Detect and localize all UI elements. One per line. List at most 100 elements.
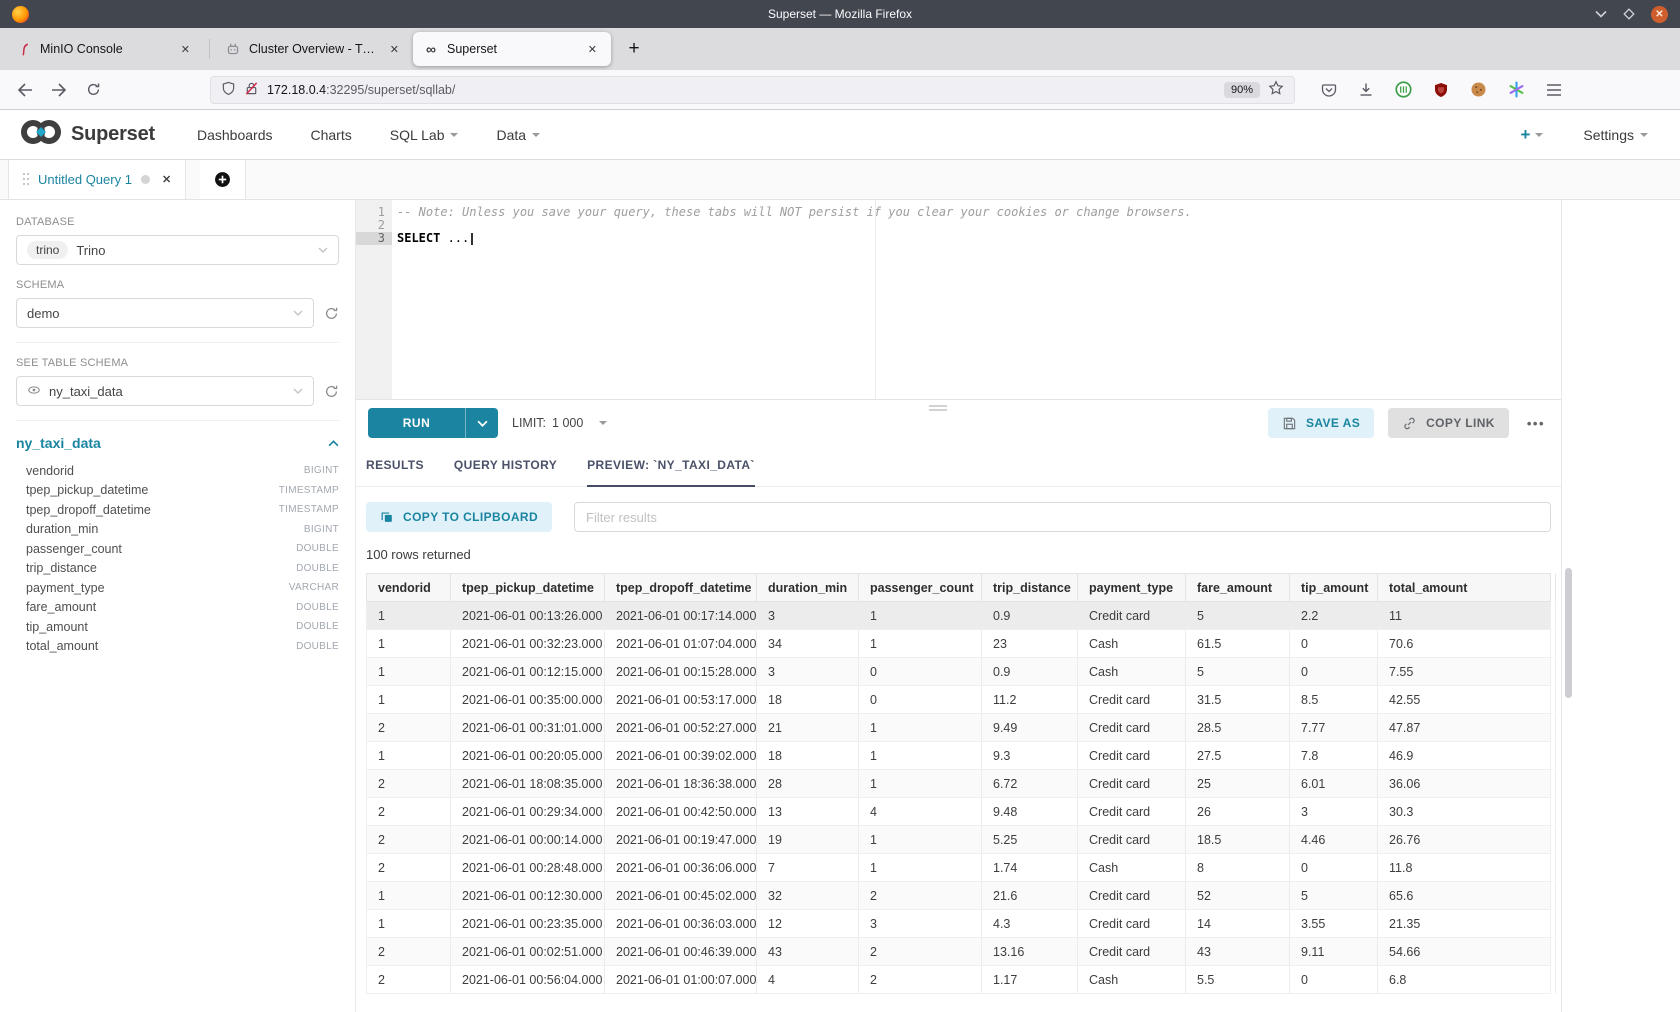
extension-green-icon[interactable]: [1395, 81, 1412, 98]
schema-column-row[interactable]: tip_amountDOUBLE: [16, 617, 339, 637]
pocket-icon[interactable]: [1321, 82, 1337, 98]
column-header[interactable]: vendorid: [367, 574, 451, 601]
column-header[interactable]: tpep_dropoff_datetime: [605, 574, 757, 601]
table-row[interactable]: 12021-06-01 00:13:26.0002021-06-01 00:17…: [366, 602, 1551, 630]
browser-tab-minio[interactable]: MinIO Console ✕: [6, 32, 204, 66]
new-item-menu[interactable]: +: [1520, 125, 1543, 145]
superset-logo-icon[interactable]: [18, 117, 64, 152]
cookie-extension-icon[interactable]: [1470, 81, 1487, 98]
table-cell: Credit card: [1078, 714, 1186, 741]
table-cell: 2021-06-01 00:00:14.000: [451, 826, 605, 853]
table-cell: 0: [1290, 854, 1378, 881]
url-bar[interactable]: 172.18.0.4:32295/superset/sqllab/ 90%: [210, 76, 1295, 104]
run-query-button[interactable]: RUN: [368, 408, 498, 438]
tab-results[interactable]: RESULTS: [366, 458, 424, 486]
refresh-schema-icon[interactable]: [324, 306, 339, 321]
refresh-tables-icon[interactable]: [324, 384, 339, 399]
back-button[interactable]: [12, 77, 38, 103]
schema-column-row[interactable]: trip_distanceDOUBLE: [16, 559, 339, 579]
expanded-table-name[interactable]: ny_taxi_data: [16, 435, 101, 451]
more-options-button[interactable]: •••: [1523, 416, 1549, 431]
copy-to-clipboard-button[interactable]: COPY TO CLIPBOARD: [366, 502, 552, 532]
schema-column-row[interactable]: passenger_countDOUBLE: [16, 539, 339, 559]
url-text: 172.18.0.4:32295/superset/sqllab/: [267, 83, 455, 97]
drag-handle-icon[interactable]: [23, 173, 29, 186]
column-header[interactable]: trip_distance: [982, 574, 1078, 601]
table-row[interactable]: 22021-06-01 00:56:04.0002021-06-01 01:00…: [366, 966, 1551, 994]
nav-sql-lab[interactable]: SQL Lab: [390, 127, 459, 143]
schema-select[interactable]: demo: [16, 298, 314, 328]
schema-column-row[interactable]: vendoridBIGINT: [16, 461, 339, 481]
insecure-lock-icon[interactable]: [244, 81, 259, 99]
save-as-button[interactable]: SAVE AS: [1268, 408, 1374, 438]
downloads-icon[interactable]: [1358, 82, 1374, 98]
browser-tab-superset[interactable]: ∞ Superset ✕: [413, 32, 611, 66]
table-cell: 2: [859, 938, 982, 965]
table-row[interactable]: 12021-06-01 00:35:00.0002021-06-01 00:53…: [366, 686, 1551, 714]
table-row[interactable]: 12021-06-01 00:23:35.0002021-06-01 00:36…: [366, 910, 1551, 938]
filter-results-input[interactable]: [574, 502, 1551, 532]
zoom-level-badge[interactable]: 90%: [1224, 82, 1260, 98]
tab-close-icon[interactable]: ✕: [386, 41, 403, 58]
hamburger-menu-icon[interactable]: [1546, 83, 1562, 97]
tab-close-icon[interactable]: ✕: [584, 41, 601, 58]
new-query-tab-button[interactable]: [200, 160, 246, 199]
table-row[interactable]: 12021-06-01 00:20:05.0002021-06-01 00:39…: [366, 742, 1551, 770]
column-header[interactable]: tip_amount: [1290, 574, 1378, 601]
tab-preview[interactable]: PREVIEW: `NY_TAXI_DATA`: [587, 458, 755, 487]
run-options-caret[interactable]: [465, 408, 498, 438]
schema-column-row[interactable]: total_amountDOUBLE: [16, 637, 339, 657]
schema-column-row[interactable]: duration_minBIGINT: [16, 520, 339, 540]
table-row[interactable]: 12021-06-01 00:12:30.0002021-06-01 00:45…: [366, 882, 1551, 910]
column-header[interactable]: tpep_pickup_datetime: [451, 574, 605, 601]
schema-column-row[interactable]: fare_amountDOUBLE: [16, 598, 339, 618]
extension-asterisk-icon[interactable]: [1508, 81, 1525, 98]
tab-query-history[interactable]: QUERY HISTORY: [454, 458, 557, 486]
table-select[interactable]: ny_taxi_data: [16, 376, 314, 406]
browser-tab-trino[interactable]: Cluster Overview - Trino ✕: [215, 32, 413, 66]
nav-dashboards[interactable]: Dashboards: [197, 127, 273, 143]
schema-column-row[interactable]: tpep_dropoff_datetimeTIMESTAMP: [16, 500, 339, 520]
column-header[interactable]: fare_amount: [1186, 574, 1290, 601]
window-close-button[interactable]: ✕: [1651, 6, 1668, 23]
run-button-label[interactable]: RUN: [368, 408, 465, 438]
copy-link-button[interactable]: COPY LINK: [1388, 408, 1509, 438]
editor-code-area[interactable]: -- Note: Unless you save your query, the…: [392, 200, 1561, 399]
collapse-chevron-icon[interactable]: [328, 440, 339, 447]
query-tab-close-icon[interactable]: ✕: [162, 173, 171, 186]
window-maximize-icon[interactable]: [1623, 8, 1635, 20]
table-row[interactable]: 22021-06-01 00:31:01.0002021-06-01 00:52…: [366, 714, 1551, 742]
limit-dropdown[interactable]: LIMIT: 1 000: [512, 416, 607, 430]
superset-brand[interactable]: Superset: [71, 123, 155, 146]
tab-close-icon[interactable]: ✕: [177, 41, 194, 58]
forward-button[interactable]: [46, 77, 72, 103]
tracking-shield-icon[interactable]: [221, 81, 236, 99]
column-header[interactable]: payment_type: [1078, 574, 1186, 601]
table-cell: 34: [757, 630, 859, 657]
ublock-shield-icon[interactable]: [1433, 82, 1449, 98]
reload-button[interactable]: [80, 77, 106, 103]
table-row[interactable]: 22021-06-01 00:28:48.0002021-06-01 00:36…: [366, 854, 1551, 882]
tab-list-chevron-icon[interactable]: [1595, 10, 1607, 18]
table-row[interactable]: 22021-06-01 00:00:14.0002021-06-01 00:19…: [366, 826, 1551, 854]
scrollbar-thumb[interactable]: [1565, 568, 1572, 698]
bookmark-star-icon[interactable]: [1268, 80, 1284, 99]
column-header[interactable]: duration_min: [757, 574, 859, 601]
column-header[interactable]: passenger_count: [859, 574, 982, 601]
database-select[interactable]: trino Trino: [16, 235, 339, 265]
table-row[interactable]: 12021-06-01 00:12:15.0002021-06-01 00:15…: [366, 658, 1551, 686]
column-header[interactable]: total_amount: [1378, 574, 1556, 601]
schema-column-row[interactable]: payment_typeVARCHAR: [16, 578, 339, 598]
new-tab-button[interactable]: +: [619, 34, 649, 64]
table-row[interactable]: 22021-06-01 00:02:51.0002021-06-01 00:46…: [366, 938, 1551, 966]
table-row[interactable]: 12021-06-01 00:32:23.0002021-06-01 01:07…: [366, 630, 1551, 658]
sql-editor[interactable]: 1 2 3 -- Note: Unless you save your quer…: [356, 200, 1561, 400]
query-tab-untitled[interactable]: Untitled Query 1 ✕: [8, 160, 186, 199]
schema-column-row[interactable]: tpep_pickup_datetimeTIMESTAMP: [16, 481, 339, 501]
table-row[interactable]: 22021-06-01 18:08:35.0002021-06-01 18:36…: [366, 770, 1551, 798]
nav-data[interactable]: Data: [496, 127, 540, 143]
pane-resize-handle[interactable]: [929, 405, 947, 413]
settings-menu[interactable]: Settings: [1583, 127, 1648, 143]
table-row[interactable]: 22021-06-01 00:29:34.0002021-06-01 00:42…: [366, 798, 1551, 826]
nav-charts[interactable]: Charts: [311, 127, 352, 143]
